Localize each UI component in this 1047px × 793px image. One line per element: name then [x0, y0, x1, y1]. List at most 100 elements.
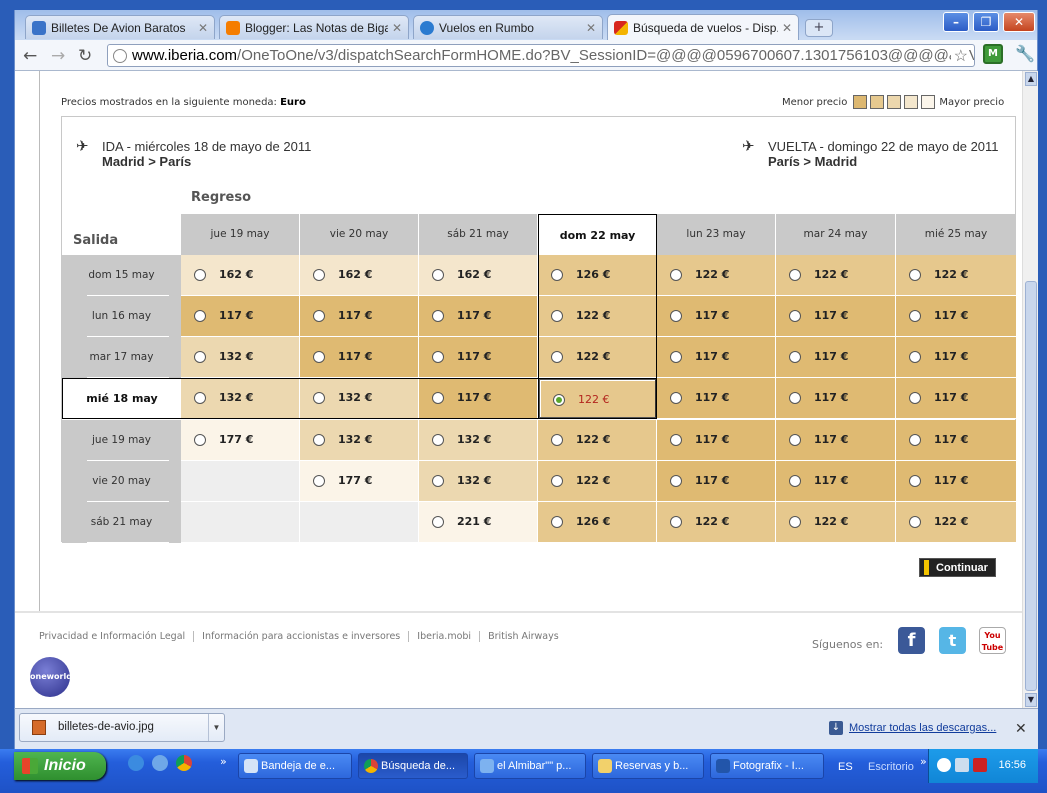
extension-icon[interactable]: M: [983, 44, 1003, 64]
fare-radio[interactable]: [551, 351, 563, 363]
fare-radio[interactable]: [194, 434, 206, 446]
fare-cell[interactable]: 126 €: [538, 255, 657, 296]
fare-radio[interactable]: [909, 269, 921, 281]
fare-radio[interactable]: [909, 392, 921, 404]
fare-radio[interactable]: [432, 434, 444, 446]
fare-radio[interactable]: [670, 392, 682, 404]
fare-cell[interactable]: 122 €: [538, 337, 657, 378]
fare-cell[interactable]: 162 €: [181, 255, 300, 296]
fare-cell[interactable]: 122 €: [538, 461, 657, 502]
fare-radio[interactable]: [789, 269, 801, 281]
fare-radio[interactable]: [789, 516, 801, 528]
facebook-icon[interactable]: f: [898, 627, 925, 654]
fare-cell[interactable]: 122 €: [538, 420, 657, 461]
fare-radio[interactable]: [670, 269, 682, 281]
fare-cell[interactable]: 117 €: [657, 378, 776, 419]
fare-radio[interactable]: [551, 516, 563, 528]
fare-radio[interactable]: [551, 269, 563, 281]
maximize-button[interactable]: ❐: [973, 12, 999, 32]
fare-cell[interactable]: 132 €: [419, 461, 538, 502]
taskbar-button-search[interactable]: Búsqueda de...: [358, 753, 468, 779]
fare-radio[interactable]: [789, 392, 801, 404]
fare-cell[interactable]: 117 €: [896, 296, 1017, 337]
close-tab-icon[interactable]: ✕: [198, 21, 208, 35]
close-window-button[interactable]: ✕: [1003, 12, 1035, 32]
fare-radio[interactable]: [789, 351, 801, 363]
browser-quicklaunch-icon[interactable]: [152, 755, 168, 771]
fare-radio[interactable]: [432, 516, 444, 528]
vertical-scrollbar[interactable]: ▲ ▼: [1022, 71, 1038, 708]
ie-icon[interactable]: [128, 755, 144, 771]
oneworld-logo[interactable]: oneworld: [30, 657, 72, 697]
fare-radio[interactable]: [313, 434, 325, 446]
fare-radio[interactable]: [909, 310, 921, 322]
fare-cell[interactable]: 117 €: [776, 461, 896, 502]
new-tab-button[interactable]: +: [805, 19, 833, 37]
page-info-icon[interactable]: [113, 49, 127, 63]
tab-rumbo[interactable]: Vuelos en Rumbo ✕: [413, 15, 603, 39]
close-icon[interactable]: ✕: [1015, 721, 1027, 737]
scroll-up-icon[interactable]: ▲: [1025, 72, 1037, 86]
fare-radio[interactable]: [194, 310, 206, 322]
fare-cell[interactable]: 117 €: [419, 296, 538, 337]
tab-billetes[interactable]: Billetes De Avion Baratos ✕: [25, 15, 215, 39]
fare-radio[interactable]: [670, 475, 682, 487]
fare-cell[interactable]: 117 €: [776, 378, 896, 419]
fare-cell[interactable]: 117 €: [300, 296, 419, 337]
fare-radio[interactable]: [313, 351, 325, 363]
close-tab-icon[interactable]: ✕: [782, 21, 792, 35]
fare-cell[interactable]: 122 €: [657, 502, 776, 543]
antivirus-icon[interactable]: [973, 758, 987, 772]
twitter-icon[interactable]: t: [939, 627, 966, 654]
fare-radio[interactable]: [909, 516, 921, 528]
fare-radio[interactable]: [313, 475, 325, 487]
fare-radio[interactable]: [789, 310, 801, 322]
fare-radio[interactable]: [432, 269, 444, 281]
chrome-icon[interactable]: [176, 755, 192, 771]
network-icon[interactable]: [955, 758, 969, 772]
fare-cell[interactable]: 122 €: [657, 255, 776, 296]
fare-cell[interactable]: 117 €: [181, 296, 300, 337]
back-icon[interactable]: ←: [23, 46, 37, 66]
fare-radio[interactable]: [909, 434, 921, 446]
fare-cell[interactable]: 117 €: [657, 461, 776, 502]
wrench-icon[interactable]: 🔧: [1015, 44, 1035, 63]
fare-cell[interactable]: 177 €: [181, 420, 300, 461]
fare-radio[interactable]: [432, 351, 444, 363]
fare-radio[interactable]: [194, 269, 206, 281]
fare-radio[interactable]: [909, 351, 921, 363]
taskbar-button-fotografix[interactable]: Fotografix - I...: [710, 753, 824, 779]
fare-cell[interactable]: 177 €: [300, 461, 419, 502]
fare-radio[interactable]: [194, 392, 206, 404]
fare-cell[interactable]: 117 €: [896, 337, 1017, 378]
footer-link-investors[interactable]: Información para accionistas e inversore…: [194, 631, 410, 642]
fare-radio[interactable]: [789, 475, 801, 487]
fare-cell[interactable]: 117 €: [776, 420, 896, 461]
tab-blogger[interactable]: Blogger: Las Notas de Biga... ✕: [219, 15, 409, 39]
fare-radio[interactable]: [670, 434, 682, 446]
continue-button[interactable]: Continuar: [919, 558, 996, 577]
desktop-toolbar[interactable]: Escritorio: [868, 761, 914, 773]
scroll-thumb[interactable]: [1025, 281, 1037, 691]
fare-radio[interactable]: [670, 516, 682, 528]
fare-radio[interactable]: [789, 434, 801, 446]
footer-link-british-airways[interactable]: British Airways: [480, 631, 567, 642]
minimize-button[interactable]: –: [943, 12, 969, 32]
scroll-down-icon[interactable]: ▼: [1025, 693, 1037, 707]
footer-link-privacy[interactable]: Privacidad e Información Legal: [39, 631, 195, 642]
fare-radio[interactable]: [313, 310, 325, 322]
fare-cell[interactable]: 132 €: [181, 378, 300, 419]
fare-radio[interactable]: [553, 394, 565, 406]
fare-cell[interactable]: 122 €: [776, 502, 896, 543]
fare-radio[interactable]: [551, 310, 563, 322]
fare-radio[interactable]: [194, 351, 206, 363]
fare-radio[interactable]: [551, 434, 563, 446]
fare-cell[interactable]: 221 €: [419, 502, 538, 543]
fare-radio[interactable]: [313, 269, 325, 281]
fare-cell[interactable]: 117 €: [776, 296, 896, 337]
fare-cell[interactable]: 117 €: [419, 337, 538, 378]
chevron-right-icon[interactable]: »: [920, 755, 927, 768]
language-indicator[interactable]: ES: [838, 761, 853, 773]
chevron-down-icon[interactable]: ▼: [208, 714, 224, 741]
show-all-downloads-link[interactable]: Mostrar todas las descargas...: [849, 722, 996, 734]
